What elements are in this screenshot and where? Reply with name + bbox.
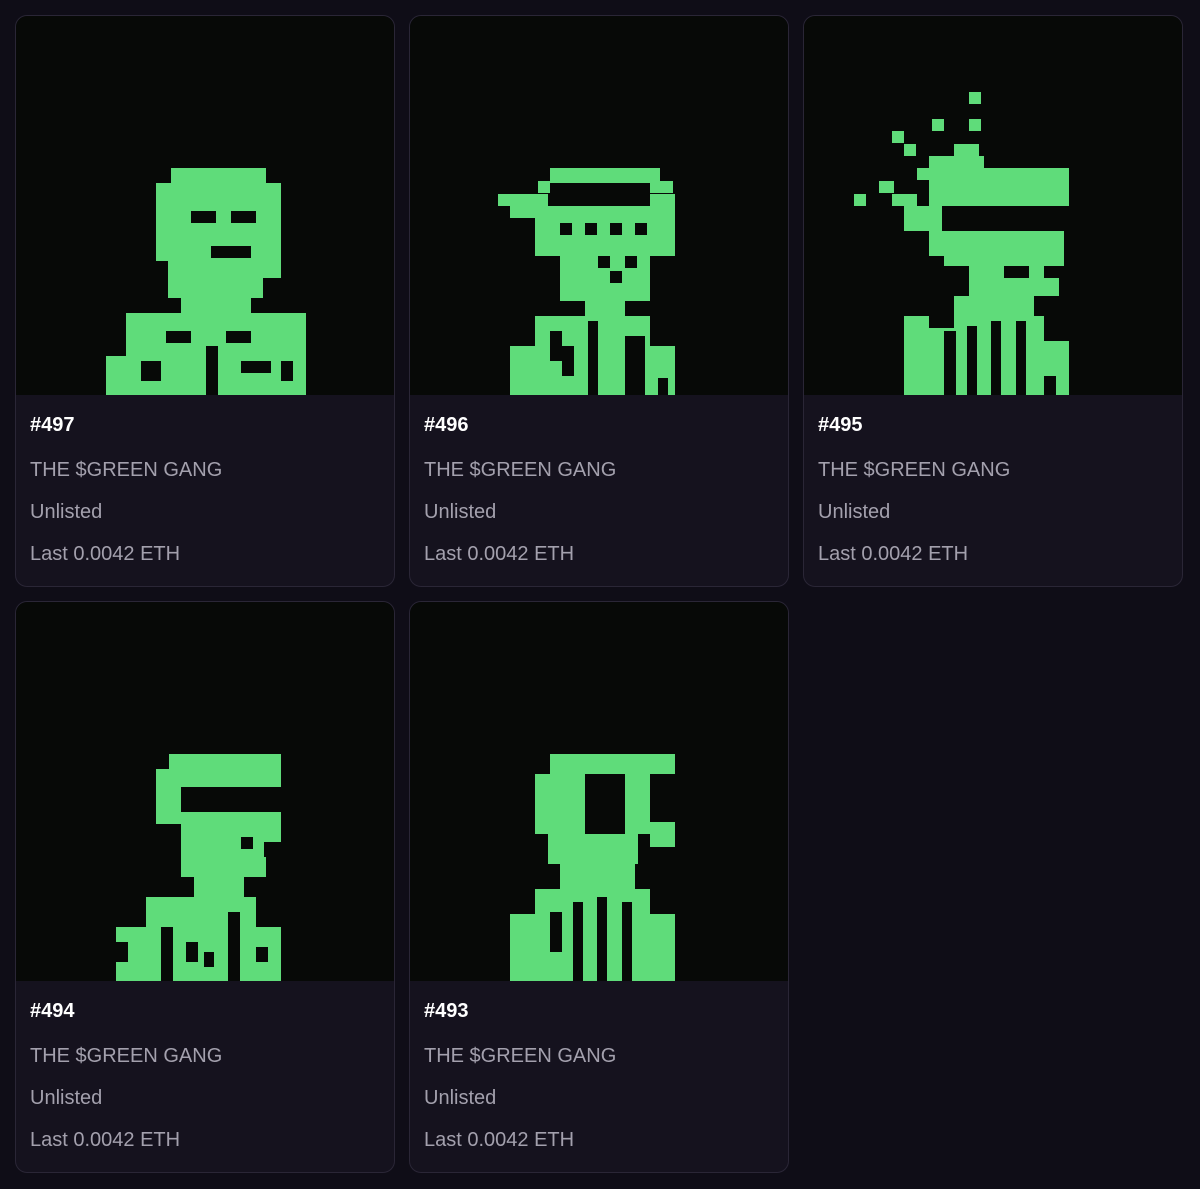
listing-status: Unlisted xyxy=(30,1087,103,1109)
token-id: #495 xyxy=(818,414,863,436)
listing-status: Unlisted xyxy=(30,501,103,523)
token-id: #497 xyxy=(30,414,75,436)
listing-status: Unlisted xyxy=(424,1087,497,1109)
pixel-character-495 xyxy=(854,92,1069,395)
nft-card-495[interactable]: #495 THE $GREEN GANG Unlisted Last 0.004… xyxy=(803,15,1183,587)
last-sale-price: Last 0.0042 ETH xyxy=(818,543,969,565)
nft-image-494[interactable] xyxy=(16,602,394,981)
pixel-character-494 xyxy=(116,754,281,981)
collection-name[interactable]: THE $GREEN GANG xyxy=(818,458,1168,482)
nft-image-497[interactable] xyxy=(16,16,394,395)
pixel-character-496 xyxy=(498,168,675,395)
nft-grid: #497 THE $GREEN GANG Unlisted Last 0.004… xyxy=(15,15,1183,1173)
collection-name[interactable]: THE $GREEN GANG xyxy=(424,1044,774,1068)
pixel-character-493 xyxy=(510,754,675,981)
last-sale-price: Last 0.0042 ETH xyxy=(424,543,575,565)
nft-image-493[interactable] xyxy=(410,602,788,981)
nft-card-494[interactable]: #494 THE $GREEN GANG Unlisted Last 0.004… xyxy=(15,601,395,1173)
token-id: #496 xyxy=(424,414,469,436)
nft-card-497[interactable]: #497 THE $GREEN GANG Unlisted Last 0.004… xyxy=(15,15,395,587)
listing-status: Unlisted xyxy=(818,501,891,523)
collection-name[interactable]: THE $GREEN GANG xyxy=(424,458,774,482)
last-sale-price: Last 0.0042 ETH xyxy=(30,543,181,565)
listing-status: Unlisted xyxy=(424,501,497,523)
nft-card-496[interactable]: #496 THE $GREEN GANG Unlisted Last 0.004… xyxy=(409,15,789,587)
nft-image-496[interactable] xyxy=(410,16,788,395)
last-sale-price: Last 0.0042 ETH xyxy=(424,1129,575,1151)
pixel-character-497 xyxy=(106,168,306,395)
collection-name[interactable]: THE $GREEN GANG xyxy=(30,458,380,482)
last-sale-price: Last 0.0042 ETH xyxy=(30,1129,181,1151)
token-id: #494 xyxy=(30,1000,75,1022)
token-id: #493 xyxy=(424,1000,469,1022)
nft-card-493[interactable]: #493 THE $GREEN GANG Unlisted Last 0.004… xyxy=(409,601,789,1173)
collection-name[interactable]: THE $GREEN GANG xyxy=(30,1044,380,1068)
nft-image-495[interactable] xyxy=(804,16,1182,395)
